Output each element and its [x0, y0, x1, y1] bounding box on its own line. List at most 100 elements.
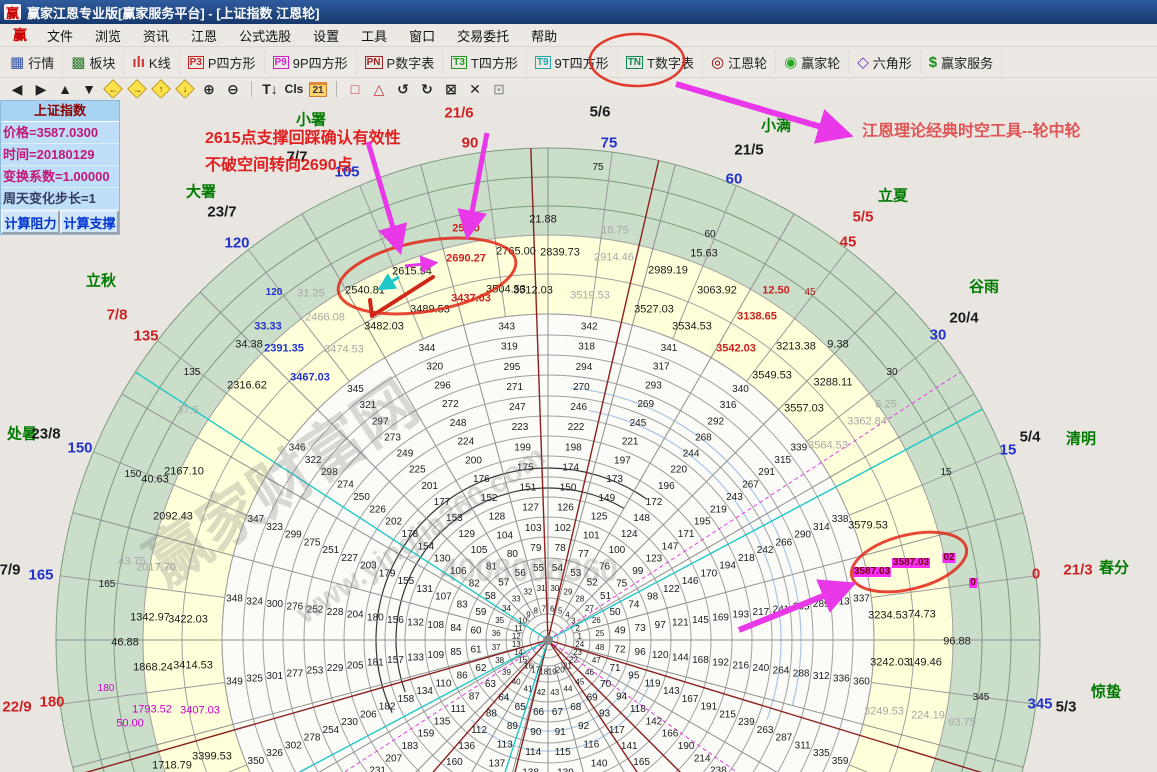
svg-text:32: 32 — [524, 588, 533, 597]
wheel-value-label: 120 — [265, 287, 283, 298]
zoom-out-icon[interactable]: ⊖ — [222, 80, 244, 98]
svg-text:61: 61 — [470, 644, 482, 655]
menu-item-资讯[interactable]: 资讯 — [132, 26, 180, 45]
menu-item-浏览[interactable]: 浏览 — [84, 26, 132, 45]
toolbar-button-9T四方形[interactable]: T9 9T四方形 — [527, 50, 618, 74]
calc-support-button[interactable]: 计算支撑 — [60, 210, 119, 234]
cls-button[interactable]: Cls — [283, 80, 305, 98]
toolbar-button-K线[interactable]: ılı K线 — [124, 50, 180, 74]
rotate-cw-icon[interactable]: ↻ — [416, 80, 438, 98]
svg-text:342: 342 — [581, 322, 598, 333]
svg-text:144: 144 — [672, 652, 689, 663]
nav-next-icon[interactable]: ▶ — [30, 80, 52, 98]
wheel-outer-label: 150 — [67, 439, 93, 457]
maximize-icon[interactable]: ⊠ — [440, 80, 462, 98]
wheel-value-label: 34.38 — [235, 338, 263, 351]
svg-text:129: 129 — [458, 529, 475, 540]
toolbar-button-T四方形[interactable]: T3 T四方形 — [443, 50, 527, 74]
svg-text:266: 266 — [776, 537, 793, 548]
toolbar-button-六角形[interactable]: ◇ 六角形 — [849, 50, 921, 74]
svg-text:167: 167 — [682, 694, 699, 705]
toolbar-button-行情[interactable]: ▦ 行情 — [2, 50, 64, 74]
zoom-in-icon[interactable]: ⊕ — [198, 80, 220, 98]
rect-tool-icon[interactable]: □ — [344, 80, 366, 98]
watermark-text: 4008008360 — [440, 552, 618, 588]
center-icon[interactable]: ✕ — [464, 80, 486, 98]
pan-up-icon[interactable]: ↑ — [150, 79, 172, 99]
wheel-outer-label: 5/6 — [589, 103, 611, 121]
svg-text:132: 132 — [407, 618, 424, 629]
price-axis-icon[interactable]: T↓ — [259, 80, 281, 98]
menu-item-公式选股[interactable]: 公式选股 — [228, 26, 302, 45]
svg-text:121: 121 — [672, 618, 689, 629]
wheel-value-label: 50.00 — [116, 717, 144, 730]
svg-text:72: 72 — [614, 644, 626, 655]
svg-text:67: 67 — [552, 707, 564, 718]
present-icon[interactable]: ⊡ — [488, 80, 510, 98]
svg-text:224: 224 — [457, 437, 474, 448]
svg-text:49: 49 — [614, 626, 626, 637]
wheel-value-label: 1342.97 — [130, 611, 170, 624]
svg-text:248: 248 — [450, 418, 467, 429]
svg-text:108: 108 — [427, 620, 444, 631]
toolbar-button-赢家服务[interactable]: $ 赢家服务 — [921, 50, 1003, 74]
svg-text:251: 251 — [323, 545, 340, 556]
menu-logo-icon: 赢 — [13, 27, 27, 43]
wheel-value-label: 3512.03 — [513, 284, 553, 297]
svg-text:289: 289 — [813, 599, 830, 610]
svg-text:315: 315 — [774, 455, 791, 466]
wheel-value-label: 2989.19 — [648, 264, 688, 277]
svg-text:116: 116 — [583, 740, 599, 751]
svg-text:157: 157 — [387, 655, 404, 666]
pan-left-icon[interactable]: ← — [102, 79, 124, 99]
menu-item-江恩[interactable]: 江恩 — [180, 26, 228, 45]
wheel-outer-label: 5/3 — [1055, 698, 1077, 716]
toolbar-button-P数字表[interactable]: PN P数字表 — [357, 50, 444, 74]
svg-text:302: 302 — [285, 740, 302, 751]
triangle-tool-icon[interactable]: △ — [368, 80, 390, 98]
toolbar-button-赢家轮[interactable]: ◉ 赢家轮 — [776, 50, 850, 74]
svg-text:3: 3 — [571, 617, 576, 626]
toolbar-button-T数字表[interactable]: TN T数字表 — [618, 50, 703, 74]
calendar-icon[interactable]: 21 — [307, 80, 329, 98]
wheel-outer-label: 180 — [39, 693, 65, 711]
svg-text:133: 133 — [407, 652, 424, 663]
nav-down-icon[interactable]: ▼ — [78, 80, 100, 98]
pan-right-icon[interactable]: → — [126, 79, 148, 99]
nav-up-icon[interactable]: ▲ — [54, 80, 76, 98]
svg-text:143: 143 — [663, 686, 680, 697]
svg-text:250: 250 — [353, 492, 370, 503]
wheel-value-label: 1793.52 — [132, 703, 172, 716]
menu-item-工具[interactable]: 工具 — [350, 26, 398, 45]
p-square-icon: P3 — [187, 55, 204, 69]
toolbar-label: K线 — [148, 55, 171, 71]
wheel-outer-label: 小满 — [760, 117, 792, 135]
toolbar-button-P四方形[interactable]: P3 P四方形 — [180, 50, 265, 74]
toolbar-button-板块[interactable]: ▩ 板块 — [63, 50, 125, 74]
wheel-outer-label: 23/7 — [207, 203, 237, 221]
wheel-value-label: 150 — [124, 469, 142, 480]
menu-item-设置[interactable]: 设置 — [302, 26, 350, 45]
calc-resistance-button[interactable]: 计算阻力 — [1, 210, 60, 234]
menu-item-交易委托[interactable]: 交易委托 — [446, 26, 520, 45]
rotate-ccw-icon[interactable]: ↺ — [392, 80, 414, 98]
svg-text:324: 324 — [246, 596, 263, 607]
toolbar-button-9P四方形[interactable]: P9 9P四方形 — [265, 50, 357, 74]
toolbar-button-江恩轮[interactable]: ◎ 江恩轮 — [703, 50, 777, 74]
svg-text:204: 204 — [347, 610, 364, 621]
svg-text:263: 263 — [757, 725, 774, 736]
menu-item-文件[interactable]: 文件 — [36, 26, 84, 45]
svg-text:115: 115 — [555, 747, 571, 758]
menu-item-帮助[interactable]: 帮助 — [520, 26, 568, 45]
svg-text:214: 214 — [694, 753, 711, 764]
svg-text:314: 314 — [813, 522, 830, 533]
wheel-outer-label: 345 — [1027, 695, 1053, 713]
svg-text:231: 231 — [369, 766, 386, 772]
pan-down-icon[interactable]: ↓ — [174, 79, 196, 99]
wheel-value-label: 9.38 — [827, 338, 849, 351]
nav-prev-icon[interactable]: ◀ — [6, 80, 28, 98]
app-window: { "window": {"logo": "赢", "title": "赢家江恩… — [0, 0, 1157, 772]
svg-text:156: 156 — [387, 615, 404, 626]
svg-text:268: 268 — [695, 432, 712, 443]
menu-item-窗口[interactable]: 窗口 — [398, 26, 446, 45]
